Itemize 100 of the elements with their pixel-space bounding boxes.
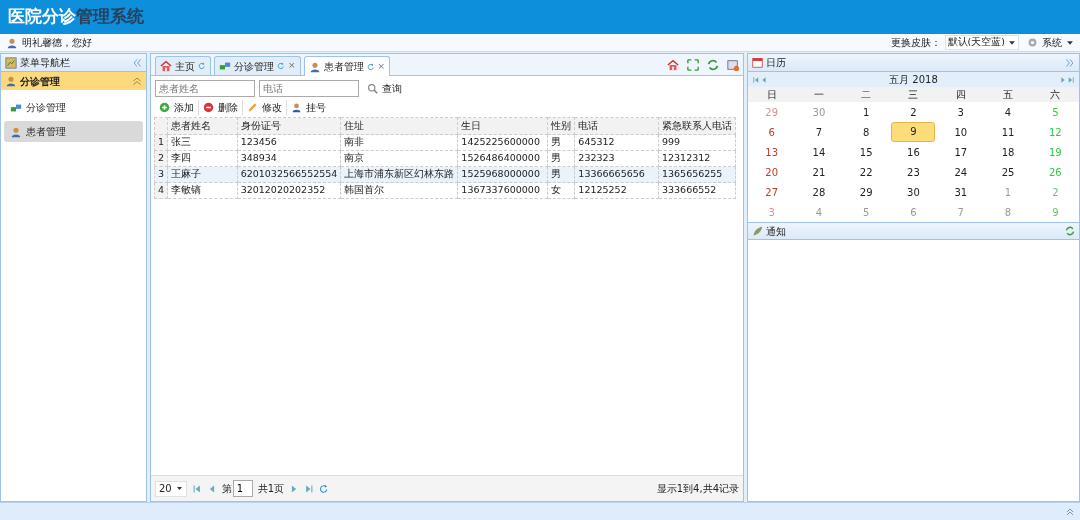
tab[interactable]: 分诊管理 × — [214, 56, 301, 75]
weekday-label: 日 — [748, 87, 796, 102]
refresh-icon[interactable] — [277, 62, 285, 70]
expand-icon[interactable] — [1066, 507, 1074, 516]
calendar-day[interactable]: 6 — [768, 126, 775, 138]
collapse-icon[interactable] — [132, 57, 142, 68]
table-cell: 男 — [547, 150, 575, 167]
last-page-icon[interactable] — [304, 483, 315, 494]
next-year-icon[interactable] — [1067, 75, 1075, 84]
greeting-text: 明礼馨德，您好 — [22, 36, 92, 50]
calendar-day[interactable]: 15 — [859, 146, 873, 158]
system-menu[interactable]: 系统 — [1027, 35, 1074, 50]
caret-icon — [1008, 38, 1016, 47]
calendar-day[interactable]: 28 — [812, 186, 826, 198]
calendar-day[interactable]: 22 — [859, 166, 873, 178]
calendar-day[interactable]: 8 — [863, 126, 870, 138]
column-header: 生日 — [457, 117, 548, 135]
weekday-label: 一 — [795, 87, 843, 102]
calendar-day[interactable]: 11 — [1001, 126, 1015, 138]
home-icon — [160, 60, 172, 72]
calendar-day[interactable]: 9 — [891, 122, 936, 142]
calendar-day[interactable]: 31 — [954, 186, 968, 198]
leaf-icon — [752, 225, 763, 237]
tab[interactable]: 患者管理 × — [303, 56, 391, 76]
table-cell: 李四 — [167, 150, 238, 167]
column-header: 患者姓名 — [167, 117, 238, 135]
table-cell: 1365656255 — [658, 166, 736, 183]
refresh-icon[interactable] — [319, 483, 330, 494]
user-icon — [10, 125, 22, 138]
table-cell: 999 — [658, 134, 736, 151]
refresh-icon[interactable] — [366, 62, 375, 71]
home-icon[interactable] — [667, 59, 679, 71]
toolbar-button[interactable]: 挂号 — [286, 99, 330, 115]
table-cell: 男 — [547, 134, 575, 151]
table-cell: 南非 — [340, 134, 458, 151]
table-cell: 333666552 — [658, 182, 736, 199]
calendar-day[interactable]: 23 — [907, 166, 920, 178]
page-prefix: 第 — [221, 482, 232, 496]
toolbar-button[interactable]: 添加 — [155, 99, 198, 115]
page-size-select[interactable]: 20 — [155, 480, 187, 497]
accordion-header[interactable]: 分诊管理 — [1, 72, 146, 90]
calendar-day[interactable]: 18 — [1001, 146, 1015, 158]
close-button[interactable]: × — [288, 59, 296, 73]
weekday-label: 五 — [984, 87, 1032, 102]
pencil-icon — [247, 101, 258, 113]
app-title-part: 管理系统 — [76, 5, 144, 29]
expand-icon[interactable] — [1065, 57, 1075, 68]
calendar-day[interactable]: 27 — [765, 186, 778, 198]
refresh-icon[interactable] — [198, 62, 206, 70]
toolbar-button[interactable]: 删除 — [198, 99, 242, 115]
calendar-day[interactable]: 17 — [954, 146, 968, 158]
window-icon[interactable] — [727, 59, 739, 71]
page-field[interactable]: 1 — [232, 480, 253, 497]
column-header: 身份证号 — [237, 117, 341, 135]
calendar-day[interactable]: 30 — [907, 186, 920, 198]
refresh-icon[interactable] — [707, 59, 719, 71]
search-button[interactable]: 查询 — [367, 81, 402, 96]
nav-item[interactable]: 患者管理 — [4, 121, 143, 142]
calendar-day[interactable]: 14 — [812, 146, 826, 158]
phone-field[interactable]: 电话 — [259, 80, 359, 97]
toolbar-button[interactable]: 修改 — [242, 99, 286, 115]
record-summary: 显示1到4,共4记录 — [656, 482, 739, 496]
table-cell: 13366665656 — [574, 166, 659, 183]
table-cell: 李敏镐 — [167, 182, 238, 199]
user-icon — [308, 60, 321, 73]
calendar-day[interactable]: 16 — [907, 146, 920, 158]
calendar-day[interactable]: 1 — [863, 106, 870, 118]
menu-icon — [5, 56, 17, 69]
calendar-day[interactable]: 4 — [1004, 106, 1012, 118]
fullscreen-icon[interactable] — [687, 59, 699, 71]
panel-title: 日历 — [766, 56, 786, 70]
calendar-day[interactable]: 29 — [859, 186, 873, 198]
calendar-day[interactable]: 13 — [765, 146, 778, 158]
caret-icon — [175, 485, 183, 492]
table-cell: 232323 — [574, 150, 659, 167]
table-cell: 韩国首尔 — [340, 182, 458, 199]
column-header: 紧急联系人电话 — [658, 117, 736, 135]
calendar-day[interactable]: 20 — [765, 166, 778, 178]
calendar-day[interactable]: 25 — [1001, 166, 1015, 178]
nav-item[interactable]: 分诊管理 — [4, 97, 143, 118]
calendar-day[interactable]: 10 — [954, 126, 968, 138]
calendar-day[interactable]: 21 — [812, 166, 826, 178]
search-icon — [367, 83, 378, 94]
skin-select[interactable]: 默认(天空蓝) — [944, 35, 1019, 50]
name-field[interactable]: 患者姓名 — [155, 80, 255, 97]
close-button[interactable]: × — [377, 59, 386, 74]
table-cell: 1425225600000 — [457, 134, 548, 151]
calendar-day[interactable]: 24 — [954, 166, 968, 178]
calendar-day[interactable]: 7 — [815, 126, 823, 138]
first-page-icon[interactable] — [191, 483, 202, 494]
table-cell: 上海市浦东新区幻林东路 — [340, 166, 458, 183]
user-icon — [291, 101, 302, 113]
tab[interactable]: 主页 — [155, 56, 211, 75]
table-cell: 12125252 — [574, 182, 659, 199]
calendar-day[interactable]: 3 — [957, 106, 964, 118]
previous-year-icon[interactable] — [752, 75, 760, 84]
refresh-icon[interactable] — [1065, 226, 1075, 236]
calendar-day[interactable]: 2 — [910, 106, 917, 118]
table-cell: 123456 — [237, 134, 341, 151]
user-avatar-icon — [6, 36, 18, 49]
